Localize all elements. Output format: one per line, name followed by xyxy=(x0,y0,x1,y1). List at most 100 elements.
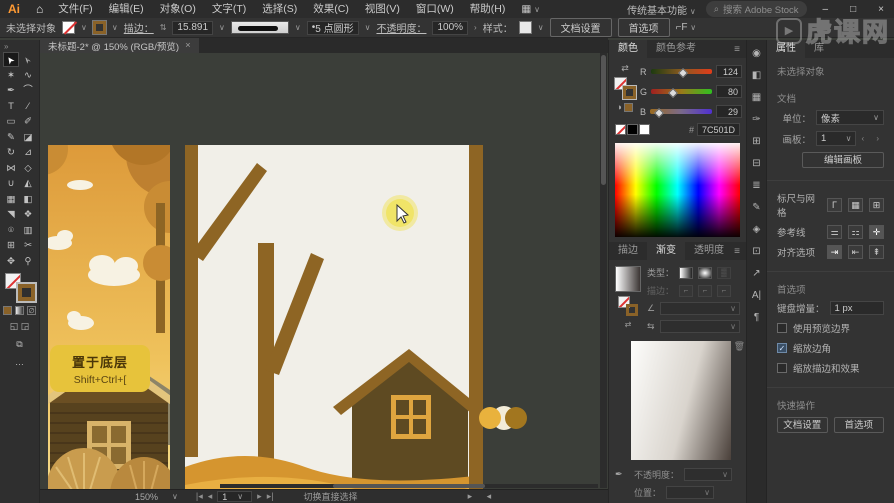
gradient-preview[interactable]: 🗑 xyxy=(631,341,731,460)
gradient-angle-select[interactable]: ∨ xyxy=(660,302,740,315)
dock-appearance-icon[interactable]: ✎ xyxy=(752,202,760,213)
panel-fill-stroke[interactable] xyxy=(614,77,636,99)
artboard-select[interactable]: 1∨ xyxy=(816,131,856,146)
qa-preferences-button[interactable]: 首选项 xyxy=(834,417,885,433)
mesh-tool[interactable]: ▦ xyxy=(3,192,19,207)
slider-red-value[interactable]: 124 xyxy=(716,65,742,78)
pencil-tool[interactable]: ✎ xyxy=(3,130,19,145)
dock-align-icon[interactable]: ≣ xyxy=(752,180,760,191)
swap-fill-stroke-icon[interactable]: ⇄ xyxy=(621,63,629,74)
prev-artboard-icon[interactable]: ◂ xyxy=(208,491,213,502)
color-button[interactable] xyxy=(3,306,12,315)
style-dropdown-icon[interactable]: ∨ xyxy=(538,23,544,32)
fill-dropdown-icon[interactable]: ∨ xyxy=(81,23,87,32)
selection-tool[interactable]: ➤ xyxy=(3,52,19,67)
brush-variable-width[interactable]: • 5 点圆形 xyxy=(307,21,359,35)
scale-strokes-checkbox[interactable] xyxy=(777,363,787,373)
document-tab[interactable]: 未标题-2* @ 150% (RGB/预览) × xyxy=(40,38,199,53)
stroke-weight-label[interactable]: 描边： xyxy=(124,20,154,35)
slider-blue-value[interactable]: 29 xyxy=(716,105,742,118)
show-guides-icon[interactable]: ⚌ xyxy=(827,225,842,239)
gradient-panel-menu-icon[interactable]: ≡ xyxy=(734,246,746,257)
eyedropper-icon[interactable]: ✒ xyxy=(615,469,629,480)
gradient-aspect-select[interactable]: ∨ xyxy=(660,320,740,333)
width-tool[interactable]: ⋈ xyxy=(3,161,19,176)
menu-type[interactable]: 文字(T) xyxy=(205,0,253,18)
dock-color-icon[interactable]: ◉ xyxy=(752,48,761,59)
unit-select[interactable]: 像素∨ xyxy=(816,110,884,125)
tab-color-guide[interactable]: 颜色参考 xyxy=(647,40,705,58)
scale-tool[interactable]: ⊿ xyxy=(20,145,36,160)
reverse-gradient-icon[interactable]: ⇄ xyxy=(625,320,632,329)
grid-icon[interactable]: ▦ xyxy=(848,198,863,212)
delete-stop-icon[interactable]: 🗑 xyxy=(734,341,745,352)
magic-wand-tool[interactable]: ✶ xyxy=(3,68,19,83)
lasso-tool[interactable]: ∿ xyxy=(20,68,36,83)
artboard-number-field[interactable]: 1∨ xyxy=(217,491,252,502)
curvature-tool[interactable]: ⌒ xyxy=(20,83,36,98)
slider-red-track[interactable] xyxy=(651,69,713,74)
log-circle-dark[interactable] xyxy=(505,407,527,429)
slider-blue-track[interactable] xyxy=(650,109,712,114)
preview-bounds-checkbox[interactable] xyxy=(777,323,787,333)
brush-width-dropdown-icon[interactable]: ∨ xyxy=(365,23,371,32)
opacity-value[interactable]: 100% xyxy=(432,21,468,35)
status-expander-icons[interactable]: ▸ ◂ xyxy=(468,491,498,502)
type-tool[interactable]: T xyxy=(3,99,19,114)
tree-right[interactable] xyxy=(469,145,483,503)
slider-green-value[interactable]: 80 xyxy=(716,85,742,98)
menu-window[interactable]: 窗口(W) xyxy=(409,0,461,18)
paintbrush-tool[interactable]: ✐ xyxy=(20,114,36,129)
slider-green-track[interactable] xyxy=(651,89,712,94)
stroke-color-proxy[interactable] xyxy=(18,284,35,301)
rectangle-tool[interactable]: ▭ xyxy=(3,114,19,129)
linear-gradient-button[interactable] xyxy=(679,267,693,279)
blend-tool[interactable]: ❖ xyxy=(20,207,36,222)
stroke-along-button[interactable]: ⌐ xyxy=(698,285,712,297)
color-spectrum[interactable] xyxy=(615,143,740,237)
menu-select[interactable]: 选择(S) xyxy=(255,0,304,18)
fill-swatch[interactable] xyxy=(62,21,75,34)
reference-artwork[interactable] xyxy=(48,145,170,490)
dock-transform-icon[interactable]: ⊞ xyxy=(752,136,760,147)
stroke-stepper[interactable]: ⇅ xyxy=(160,23,167,32)
scale-corners-checkbox[interactable]: ✓ xyxy=(777,343,787,353)
dock-artboards-icon[interactable]: ⊡ xyxy=(752,246,760,257)
dock-paragraph-icon[interactable]: ¶ xyxy=(754,312,759,323)
document-area[interactable]: 置于底层 Shift+Ctrl+[ xyxy=(40,53,608,503)
ai-logo[interactable]: Ai xyxy=(0,2,28,16)
menu-help[interactable]: 帮助(H) xyxy=(463,0,513,18)
artboard-prev-next-icons[interactable]: ‹ › xyxy=(861,134,884,143)
edit-artboard-button[interactable]: 编辑画板 xyxy=(802,152,884,168)
close-button[interactable]: × xyxy=(872,4,890,15)
stock-search-input[interactable]: ⌕搜索 Adobe Stock xyxy=(706,1,807,17)
tab-transparency[interactable]: 透明度 xyxy=(685,242,733,260)
stroke-within-button[interactable]: ⌐ xyxy=(679,285,693,297)
workspace-icon[interactable]: ⌐F ∨ xyxy=(676,22,697,33)
zoom-dropdown-icon[interactable]: ∨ xyxy=(172,492,178,501)
symbol-sprayer-tool[interactable]: ⌾ xyxy=(3,223,19,238)
none-swatch[interactable] xyxy=(615,124,626,135)
arrange-documents-icon[interactable]: ▦ ∨ xyxy=(514,0,547,19)
screen-mode-icon[interactable]: ⧉ xyxy=(16,339,22,350)
preferences-button[interactable]: 首选项 xyxy=(618,18,670,37)
eyedropper-tool[interactable]: ◥ xyxy=(3,207,19,222)
radial-gradient-button[interactable] xyxy=(698,267,712,279)
minimize-button[interactable]: – xyxy=(817,4,835,15)
pixel-grid-icon[interactable]: ⊞ xyxy=(869,198,884,212)
log-circle-gold[interactable] xyxy=(479,407,501,429)
menu-edit[interactable]: 编辑(E) xyxy=(102,0,151,18)
eraser-tool[interactable]: ◪ xyxy=(20,130,36,145)
zoom-tool[interactable]: ⚲ xyxy=(20,254,36,269)
gradient-button[interactable] xyxy=(15,306,24,315)
next-artboard-icon[interactable]: ▸ xyxy=(257,491,262,502)
draw-mode-icon[interactable]: ◱ ◲ xyxy=(10,321,30,332)
stroke-across-button[interactable]: ⌐ xyxy=(717,285,731,297)
offcanvas-shapes[interactable] xyxy=(476,404,552,432)
menu-view[interactable]: 视图(V) xyxy=(358,0,407,18)
opacity-label[interactable]: 不透明度： xyxy=(376,20,426,35)
shape-builder-tool[interactable]: ∪ xyxy=(3,176,19,191)
dock-export-icon[interactable]: ↗ xyxy=(752,268,760,279)
stroke-swatch[interactable] xyxy=(93,21,106,34)
menu-file[interactable]: 文件(F) xyxy=(51,0,99,18)
